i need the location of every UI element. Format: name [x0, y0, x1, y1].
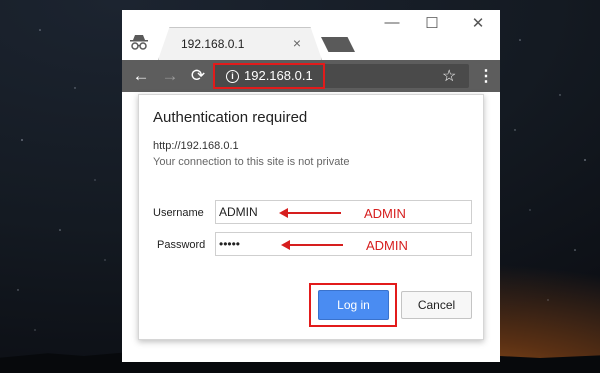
minimize-button[interactable]: — [380, 14, 404, 31]
dialog-title: Authentication required [153, 109, 308, 126]
back-icon[interactable]: ← [130, 65, 152, 87]
username-arrow-annotation [279, 208, 341, 218]
tab-close-icon[interactable]: × [293, 35, 301, 51]
reload-icon[interactable]: ⟳ [187, 65, 209, 87]
password-input[interactable] [215, 232, 472, 256]
password-label: Password [157, 239, 206, 251]
cancel-button[interactable]: Cancel [401, 291, 472, 319]
site-url: http://192.168.0.1 [153, 140, 239, 152]
forward-icon[interactable]: → [159, 65, 181, 87]
close-window-button[interactable]: ✕ [466, 14, 490, 32]
menu-icon[interactable]: ⋮ [478, 66, 494, 86]
browser-window: 192.168.0.1 × — ☐ ✕ ← → ⟳ i 192.168.0.1 … [122, 10, 500, 362]
bookmark-star-icon[interactable]: ☆ [442, 66, 456, 86]
site-info-icon[interactable]: i [226, 70, 239, 83]
tab-title: 192.168.0.1 [181, 37, 245, 51]
url-text[interactable]: 192.168.0.1 [244, 68, 313, 83]
browser-tab[interactable]: 192.168.0.1 × [158, 27, 322, 60]
username-label: Username [153, 207, 204, 219]
title-bar: 192.168.0.1 × — ☐ ✕ [122, 10, 500, 60]
maximize-button[interactable]: ☐ [420, 14, 444, 32]
password-annotation: ADMIN [366, 238, 408, 253]
username-annotation: ADMIN [364, 206, 406, 221]
login-button[interactable]: Log in [318, 290, 389, 320]
privacy-warning: Your connection to this site is not priv… [153, 156, 350, 168]
password-arrow-annotation [281, 240, 343, 250]
new-tab-button[interactable] [321, 37, 355, 52]
auth-dialog: Authentication required http://192.168.0… [138, 94, 484, 340]
incognito-icon [130, 35, 148, 50]
username-input[interactable] [215, 200, 472, 224]
browser-toolbar: ← → ⟳ i 192.168.0.1 ☆ ⋮ [122, 60, 500, 92]
